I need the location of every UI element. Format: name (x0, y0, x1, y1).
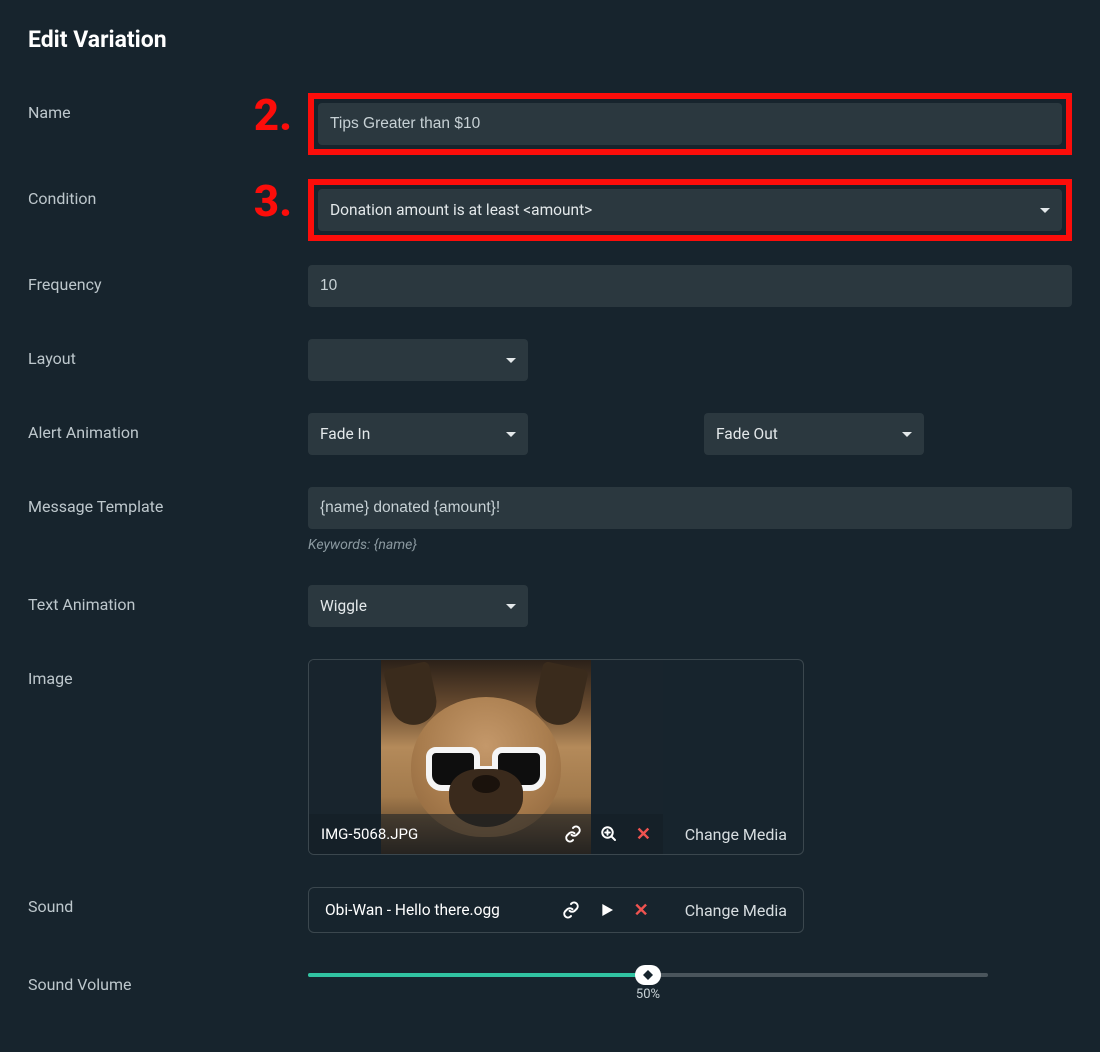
image-preview: IMG-5068.JPG ✕ (309, 660, 663, 854)
link-icon[interactable] (562, 901, 580, 919)
remove-image-icon[interactable]: ✕ (636, 824, 651, 845)
sound-media-box: Obi-Wan - Hello there.ogg ✕ Change Media (308, 887, 804, 933)
remove-sound-icon[interactable]: ✕ (634, 900, 649, 921)
volume-slider-thumb[interactable] (635, 965, 661, 985)
name-input[interactable] (318, 103, 1062, 145)
zoom-in-icon[interactable] (600, 825, 618, 843)
label-sound-volume: Sound Volume (28, 965, 238, 994)
label-layout: Layout (28, 339, 238, 368)
animation-out-value: Fade Out (716, 425, 778, 443)
highlight-name (308, 93, 1072, 155)
animation-out-select[interactable]: Fade Out (704, 413, 924, 455)
volume-slider-fill (308, 973, 648, 977)
label-condition: Condition (28, 179, 238, 208)
text-animation-select[interactable]: Wiggle (308, 585, 528, 627)
volume-percent-label: 50% (636, 987, 660, 1002)
keywords-hint: Keywords: {name} (308, 537, 1072, 553)
label-text-animation: Text Animation (28, 585, 238, 614)
layout-select[interactable] (308, 339, 528, 381)
label-alert-animation: Alert Animation (28, 413, 238, 442)
page-title: Edit Variation (28, 26, 1072, 53)
sound-filename: Obi-Wan - Hello there.ogg (325, 901, 562, 919)
message-template-input[interactable] (308, 487, 1072, 529)
chevron-down-icon (1040, 208, 1050, 213)
image-media-box: IMG-5068.JPG ✕ Change Media (308, 659, 804, 855)
chevron-down-icon (506, 432, 516, 437)
label-message-template: Message Template (28, 487, 238, 516)
condition-select[interactable]: Donation amount is at least <amount> (318, 189, 1062, 231)
volume-slider[interactable]: 50% (308, 965, 988, 977)
highlight-condition: Donation amount is at least <amount> (308, 179, 1072, 241)
link-icon[interactable] (564, 825, 582, 843)
animation-in-value: Fade In (320, 425, 370, 443)
label-frequency: Frequency (28, 265, 238, 294)
chevron-down-icon (506, 604, 516, 609)
play-icon[interactable] (598, 901, 616, 919)
chevron-down-icon (506, 358, 516, 363)
image-filename: IMG-5068.JPG (321, 825, 564, 843)
change-sound-button[interactable]: Change Media (685, 901, 787, 920)
callout-3: 3. (254, 179, 292, 223)
label-name: Name (28, 93, 238, 122)
label-image: Image (28, 659, 238, 688)
label-sound: Sound (28, 887, 238, 916)
chevron-down-icon (902, 432, 912, 437)
change-image-button[interactable]: Change Media (663, 660, 803, 854)
animation-in-select[interactable]: Fade In (308, 413, 528, 455)
frequency-input[interactable] (308, 265, 1072, 307)
callout-2: 2. (254, 93, 292, 137)
text-animation-value: Wiggle (320, 597, 367, 615)
condition-value: Donation amount is at least <amount> (330, 201, 592, 219)
